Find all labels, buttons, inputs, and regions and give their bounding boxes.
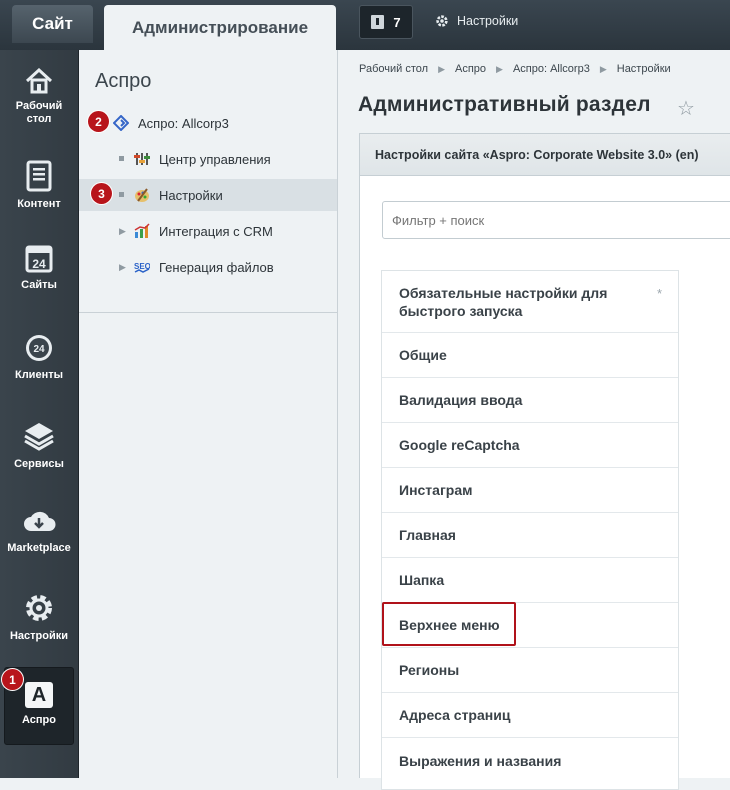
section-label: Обязательные настройки для быстрого запу… (399, 284, 608, 319)
section-label: Google reCaptcha (399, 437, 520, 453)
favorite-star-icon[interactable]: ☆ (677, 96, 695, 121)
document-icon (26, 160, 52, 192)
section-label: Валидация ввода (399, 392, 523, 408)
tab-site[interactable]: Сайт (12, 5, 93, 43)
breadcrumb-item[interactable]: Аспро: Allcorp3 (513, 63, 590, 75)
chevron-right-icon: ▶ (438, 64, 445, 74)
expand-arrow-icon[interactable]: ▶ (119, 262, 126, 273)
gear-icon (26, 595, 52, 621)
nav-services[interactable]: Сервисы (0, 420, 78, 471)
clients-24-icon: 24 (26, 335, 52, 361)
section-regions[interactable]: Регионы (382, 648, 678, 693)
step-badge-2: 2 (88, 111, 109, 132)
layers-icon (24, 423, 54, 451)
tab-site-settings[interactable]: Настройки сайта «Aspro: Corporate Websit… (359, 133, 730, 175)
tab-administration[interactable]: Администрирование (104, 5, 336, 50)
nav-label: Рабочий стол (15, 100, 63, 125)
expand-arrow-icon[interactable]: ▶ (119, 226, 126, 237)
section-expressions[interactable]: Выражения и названия (382, 738, 678, 783)
section-label: Адреса страниц (399, 707, 511, 723)
section-label: Общие (399, 347, 447, 363)
filter-search-input[interactable] (382, 201, 730, 239)
top-settings-button[interactable]: Настройки (435, 5, 518, 37)
tree-item-file-generation[interactable]: ▶ SEO Генерация файлов (79, 251, 337, 283)
nav-label: Настройки (9, 630, 69, 642)
tree-item-label: Интеграция с CRM (159, 223, 273, 239)
main-content: Рабочий стол ▶ Аспро ▶ Аспро: Allcorp3 ▶ Настр… (338, 50, 730, 790)
module-tree-panel: Аспро Аспро: Allcorp3 Центр управления Н… (79, 50, 338, 778)
notifications-count: 7 (393, 14, 401, 30)
chevron-right-icon: ▶ (599, 64, 607, 74)
section-main-page[interactable]: Главная (382, 513, 678, 558)
top-bar: Сайт Администрирование 7 Настройки (0, 0, 730, 50)
gear-icon (436, 15, 448, 27)
tree-item-control-center[interactable]: Центр управления (79, 143, 337, 175)
pin-star-icon[interactable]: * (657, 285, 662, 303)
chevron-right-icon: ▶ (496, 64, 503, 74)
breadcrumb-item[interactable]: Настройки (617, 63, 671, 75)
tree-item-label: Аспро: Allcorp3 (138, 115, 229, 131)
section-general[interactable]: Общие (382, 333, 678, 378)
tree-item-label: Генерация файлов (159, 259, 274, 275)
tree-item-label: Центр управления (159, 151, 271, 167)
sliders-icon (134, 153, 150, 165)
seo-icon: SEO (134, 262, 150, 273)
nav-label: Контент (17, 198, 61, 210)
settings-section-list: Обязательные настройки для быстрого запу… (381, 270, 679, 790)
palette-icon (135, 188, 149, 202)
nav-marketplace[interactable]: Marketplace (0, 506, 78, 555)
nav-label: Аспро (22, 714, 56, 726)
nav-label: Клиенты (14, 369, 63, 381)
step-badge-1: 1 (2, 669, 23, 690)
step-badge-3: 3 (91, 183, 112, 204)
tree-title: Аспро (95, 70, 152, 92)
nav-desktop[interactable]: Рабочий стол (0, 68, 78, 126)
bullet-icon (119, 156, 124, 161)
tree-item-label: Настройки (159, 187, 223, 203)
svg-text:24: 24 (32, 257, 46, 271)
bullet-icon (119, 192, 124, 197)
cloud-download-icon (24, 511, 56, 531)
notifications-button[interactable]: 7 (359, 5, 413, 39)
section-label: Инстаграм (399, 482, 473, 498)
section-instagram[interactable]: Инстаграм (382, 468, 678, 513)
breadcrumb: Рабочий стол ▶ Аспро ▶ Аспро: Allcorp3 ▶ Настр… (359, 63, 671, 75)
section-input-validation[interactable]: Валидация ввода (382, 378, 678, 423)
section-required-settings[interactable]: Обязательные настройки для быстрого запу… (382, 271, 678, 333)
page-title: Административный раздел (358, 93, 651, 116)
section-label: Главная (399, 527, 456, 543)
crm-chart-icon (134, 223, 150, 238)
tree-item-crm[interactable]: ▶ Интеграция с CRM (79, 215, 337, 247)
settings-content: Обязательные настройки для быстрого запу… (359, 175, 730, 790)
section-label: Выражения и названия (399, 752, 562, 769)
nav-label: Сайты (21, 279, 57, 291)
nav-clients[interactable]: 24 Клиенты (0, 333, 78, 382)
section-recaptcha[interactable]: Google reCaptcha (382, 423, 678, 468)
highlight-frame (382, 602, 516, 646)
nav-content[interactable]: Контент (0, 160, 78, 211)
section-label: Регионы (399, 662, 460, 678)
tree-item-settings[interactable]: Настройки (79, 179, 337, 211)
breadcrumb-item[interactable]: Рабочий стол (359, 63, 428, 75)
tree-divider (79, 312, 337, 313)
tree-item-allcorp3[interactable]: Аспро: Allcorp3 (79, 107, 337, 139)
calendar-24-icon: 24 (25, 245, 53, 273)
nav-label: Marketplace (7, 542, 71, 554)
aspro-diamond-icon (113, 115, 129, 131)
nav-label: Сервисы (14, 458, 64, 470)
section-page-addresses[interactable]: Адреса страниц (382, 693, 678, 738)
section-header[interactable]: Шапка (382, 558, 678, 603)
breadcrumb-item[interactable]: Аспро (455, 63, 486, 75)
aspro-icon: A (25, 682, 53, 708)
section-label: Шапка (399, 572, 445, 588)
nav-settings[interactable]: Настройки (0, 592, 78, 643)
svg-text:24: 24 (33, 344, 45, 355)
notification-icon (371, 15, 385, 29)
top-settings-label: Настройки (457, 14, 519, 28)
nav-sites[interactable]: 24 Сайты (0, 243, 78, 292)
home-icon (25, 68, 53, 94)
